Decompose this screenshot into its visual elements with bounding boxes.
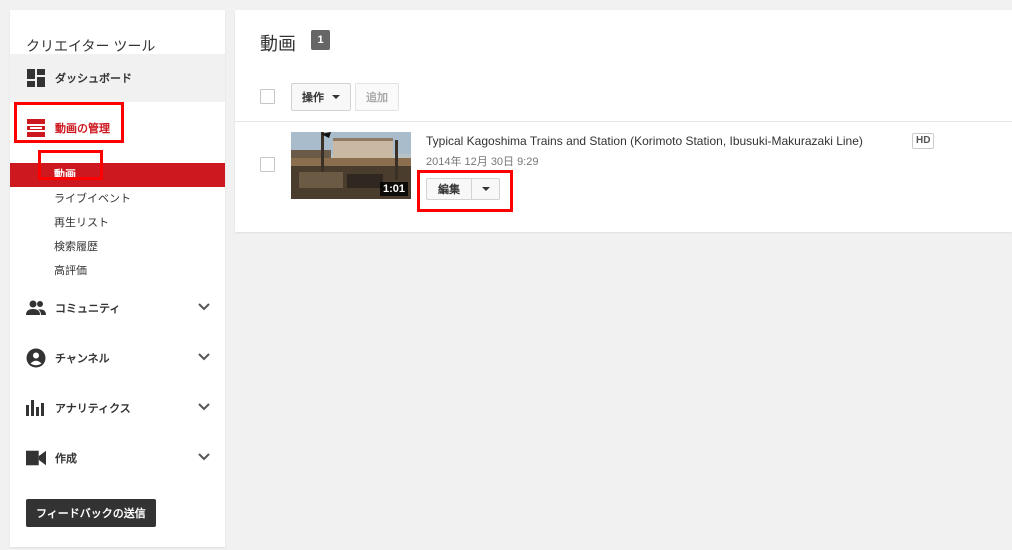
- caret-down-icon: [332, 95, 340, 99]
- channel-icon: [26, 348, 46, 368]
- nav-analytics-label: アナリティクス: [55, 403, 131, 415]
- chevron-down-icon[interactable]: [197, 350, 211, 364]
- chevron-down-icon[interactable]: [197, 450, 211, 464]
- nav-channel-label: チャンネル: [55, 353, 110, 365]
- nav-dashboard[interactable]: ダッシュボード: [10, 54, 225, 102]
- submenu-playlists[interactable]: 再生リスト: [10, 211, 225, 235]
- video-manager-icon: [26, 118, 46, 138]
- video-checkbox[interactable]: [260, 157, 275, 172]
- video-thumbnail[interactable]: 1:01: [291, 132, 411, 199]
- chevron-down-icon[interactable]: [197, 400, 211, 414]
- actions-dropdown-button[interactable]: 操作: [291, 83, 351, 111]
- submenu-live-events[interactable]: ライブイベント: [10, 187, 225, 211]
- hd-badge: HD: [912, 133, 935, 149]
- nav-community[interactable]: コミュニティ: [10, 284, 225, 332]
- select-all-checkbox[interactable]: [260, 89, 275, 104]
- submenu-videos[interactable]: 動画: [10, 163, 225, 187]
- divider: [235, 121, 1012, 122]
- video-date: 2014年 12月 30日 9:29: [426, 156, 539, 168]
- add-button[interactable]: 追加: [355, 83, 399, 111]
- page-title: 動画: [260, 34, 296, 54]
- edit-button[interactable]: 編集: [426, 178, 472, 200]
- sidebar-title: クリエイター ツール: [26, 38, 156, 54]
- video-count-badge: 1: [311, 30, 330, 50]
- edit-dropdown-button[interactable]: [472, 178, 500, 200]
- nav-channel[interactable]: チャンネル: [10, 334, 225, 382]
- chevron-down-icon[interactable]: [197, 300, 211, 314]
- nav-dashboard-label: ダッシュボード: [55, 73, 132, 85]
- edit-button-group: 編集: [426, 178, 500, 200]
- video-manager-submenu: 動画 ライブイベント 再生リスト 検索履歴 高評価: [10, 163, 225, 283]
- video-camera-icon: [26, 448, 46, 468]
- nav-create[interactable]: 作成: [10, 434, 225, 482]
- nav-community-label: コミュニティ: [55, 303, 121, 315]
- caret-down-icon: [481, 187, 490, 191]
- feedback-button[interactable]: フィードバックの送信: [26, 499, 156, 527]
- nav-video-manager[interactable]: 動画の管理: [10, 104, 225, 152]
- nav-analytics[interactable]: アナリティクス: [10, 384, 225, 432]
- main-panel: 動画 1 操作 追加 1:01 Typical Kagoshima Trains…: [235, 10, 1012, 232]
- community-icon: [26, 298, 46, 318]
- actions-label: 操作: [302, 92, 324, 104]
- analytics-icon: [26, 398, 46, 418]
- dashboard-icon: [26, 68, 46, 88]
- nav-video-manager-label: 動画の管理: [55, 123, 110, 135]
- sidebar: クリエイター ツール ダッシュボード 動画の管理 動画 ライブイベント 再生リス…: [10, 10, 225, 547]
- nav-create-label: 作成: [55, 453, 77, 465]
- submenu-likes[interactable]: 高評価: [10, 259, 225, 283]
- video-title-link[interactable]: Typical Kagoshima Trains and Station (Ko…: [426, 134, 863, 148]
- video-duration: 1:01: [379, 182, 408, 196]
- submenu-search-history[interactable]: 検索履歴: [10, 235, 225, 259]
